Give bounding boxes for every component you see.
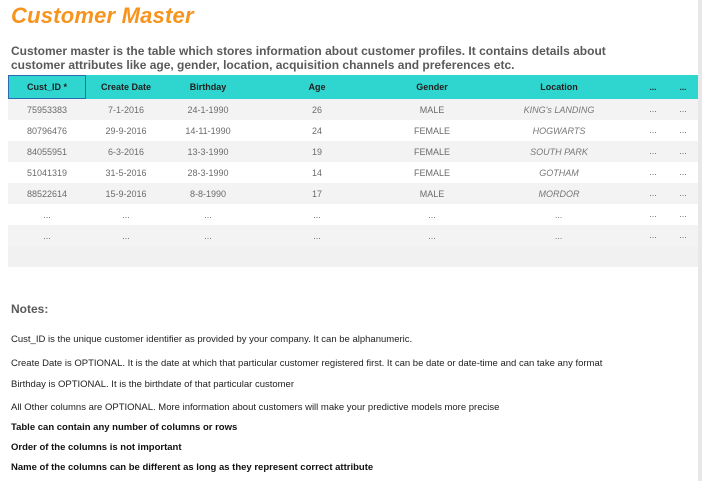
cell-cust-id[interactable]: 84055951 bbox=[8, 141, 86, 162]
cell-more-2[interactable]: ... bbox=[668, 99, 698, 120]
note-cust-id: Cust_ID is the unique customer identifie… bbox=[11, 334, 413, 345]
cell-location[interactable]: SOUTH PARK bbox=[480, 141, 638, 162]
cell-age[interactable]: 14 bbox=[250, 162, 384, 183]
cell-cust-id[interactable]: ... bbox=[8, 225, 86, 246]
cell-age[interactable]: 17 bbox=[250, 183, 384, 204]
cell-cust-id[interactable]: 88522614 bbox=[8, 183, 86, 204]
cell-age[interactable]: 19 bbox=[250, 141, 384, 162]
table-row: 88522614 15-9-2016 8-8-1990 17 MALE MORDOR...… bbox=[8, 183, 698, 204]
page-description: Customer master is the table which store… bbox=[11, 44, 606, 72]
table-header-row: Cust_ID * Create Date Birthday Age Gende… bbox=[8, 75, 698, 99]
cell-age[interactable]: 26 bbox=[250, 99, 384, 120]
column-header-age[interactable]: Age bbox=[250, 75, 384, 99]
cell-more-2[interactable]: ... bbox=[668, 141, 698, 162]
cell-create-date[interactable]: 15-9-2016 bbox=[86, 183, 166, 204]
column-header-create-date[interactable]: Create Date bbox=[86, 75, 166, 99]
cell-gender[interactable]: FEMALE bbox=[384, 162, 480, 183]
column-header-more-2[interactable]: ... bbox=[668, 75, 698, 99]
table-row: 75953383 7-1-2016 24-1-1990 26 MALE KING's LA… bbox=[8, 99, 698, 120]
cell-birthday[interactable]: 8-8-1990 bbox=[166, 183, 250, 204]
cell-more-1[interactable]: ... bbox=[638, 120, 668, 141]
page-title: Customer Master bbox=[11, 3, 194, 28]
cell-gender[interactable]: MALE bbox=[384, 183, 480, 204]
cell-more-1[interactable]: ... bbox=[638, 141, 668, 162]
note-other-columns: All Other columns are OPTIONAL. More inf… bbox=[11, 402, 500, 413]
customer-table: Cust_ID * Create Date Birthday Age Gende… bbox=[8, 75, 698, 246]
note-any-columns: Table can contain any number of columns … bbox=[11, 422, 238, 433]
cell-location[interactable]: GOTHAM bbox=[480, 162, 638, 183]
cell-more-1[interactable]: ... bbox=[638, 162, 668, 183]
note-birthday: Birthday is OPTIONAL. It is the birthdat… bbox=[11, 379, 295, 390]
table-row: 84055951 6-3-2016 13-3-1990 19 FEMALE SOUTH P… bbox=[8, 141, 698, 162]
cell-cust-id[interactable]: 75953383 bbox=[8, 99, 86, 120]
cell-birthday[interactable]: ... bbox=[166, 204, 250, 225]
cell-create-date[interactable]: ... bbox=[86, 204, 166, 225]
cell-cust-id[interactable]: 80796476 bbox=[8, 120, 86, 141]
cell-cust-id[interactable]: 51041319 bbox=[8, 162, 86, 183]
cell-location[interactable]: HOGWARTS bbox=[480, 120, 638, 141]
cell-birthday[interactable]: ... bbox=[166, 225, 250, 246]
cell-more-1[interactable]: ... bbox=[638, 204, 668, 225]
cell-gender[interactable]: MALE bbox=[384, 99, 480, 120]
cell-birthday[interactable]: 28-3-1990 bbox=[166, 162, 250, 183]
cell-birthday[interactable]: 24-1-1990 bbox=[166, 99, 250, 120]
cell-gender[interactable]: FEMALE bbox=[384, 120, 480, 141]
column-header-gender[interactable]: Gender bbox=[384, 75, 480, 99]
note-column-order: Order of the columns is not important bbox=[11, 442, 182, 453]
column-header-cust-id[interactable]: Cust_ID * bbox=[8, 75, 86, 99]
cell-create-date[interactable]: 7-1-2016 bbox=[86, 99, 166, 120]
cell-create-date[interactable]: 6-3-2016 bbox=[86, 141, 166, 162]
cell-age[interactable]: 24 bbox=[250, 120, 384, 141]
cell-create-date[interactable]: 31-5-2016 bbox=[86, 162, 166, 183]
cell-more-2[interactable]: ... bbox=[668, 120, 698, 141]
cell-birthday[interactable]: 14-11-1990 bbox=[166, 120, 250, 141]
cell-more-1[interactable]: ... bbox=[638, 183, 668, 204]
cell-birthday[interactable]: 13-3-1990 bbox=[166, 141, 250, 162]
cell-more-1[interactable]: ... bbox=[638, 225, 668, 246]
cell-location[interactable]: ... bbox=[480, 204, 638, 225]
cell-create-date[interactable]: ... bbox=[86, 225, 166, 246]
table-row: 51041319 31-5-2016 28-3-1990 14 FEMALE GOTHAM… bbox=[8, 162, 698, 183]
table-row: 80796476 29-9-2016 14-11-1990 24 FEMALE HOGWA… bbox=[8, 120, 698, 141]
customer-table-container: Cust_ID * Create Date Birthday Age Gende… bbox=[8, 75, 698, 267]
column-header-location[interactable]: Location bbox=[480, 75, 638, 99]
cell-more-1[interactable]: ... bbox=[638, 99, 668, 120]
note-create-date: Create Date is OPTIONAL. It is the date … bbox=[11, 358, 603, 369]
cell-gender[interactable]: FEMALE bbox=[384, 141, 480, 162]
cell-cust-id[interactable]: ... bbox=[8, 204, 86, 225]
note-column-names: Name of the columns can be different as … bbox=[11, 462, 374, 473]
cell-more-2[interactable]: ... bbox=[668, 225, 698, 246]
cell-location[interactable]: MORDOR bbox=[480, 183, 638, 204]
cell-gender[interactable]: ... bbox=[384, 204, 480, 225]
notes-heading: Notes: bbox=[11, 302, 49, 316]
column-header-more-1[interactable]: ... bbox=[638, 75, 668, 99]
cell-age[interactable]: ... bbox=[250, 204, 384, 225]
column-header-birthday[interactable]: Birthday bbox=[166, 75, 250, 99]
cell-more-2[interactable]: ... bbox=[668, 162, 698, 183]
table-body: 75953383 7-1-2016 24-1-1990 26 MALE KING's LA… bbox=[8, 99, 698, 246]
cell-age[interactable]: ... bbox=[250, 225, 384, 246]
table-row: ........................ bbox=[8, 225, 698, 246]
cell-more-2[interactable]: ... bbox=[668, 183, 698, 204]
cell-gender[interactable]: ... bbox=[384, 225, 480, 246]
cell-location[interactable]: KING's LANDING bbox=[480, 99, 638, 120]
table-row: ........................ bbox=[8, 204, 698, 225]
table-footer-band bbox=[8, 246, 698, 267]
cell-more-2[interactable]: ... bbox=[668, 204, 698, 225]
scrollbar-track[interactable] bbox=[698, 0, 702, 481]
cell-create-date[interactable]: 29-9-2016 bbox=[86, 120, 166, 141]
cell-location[interactable]: ... bbox=[480, 225, 638, 246]
